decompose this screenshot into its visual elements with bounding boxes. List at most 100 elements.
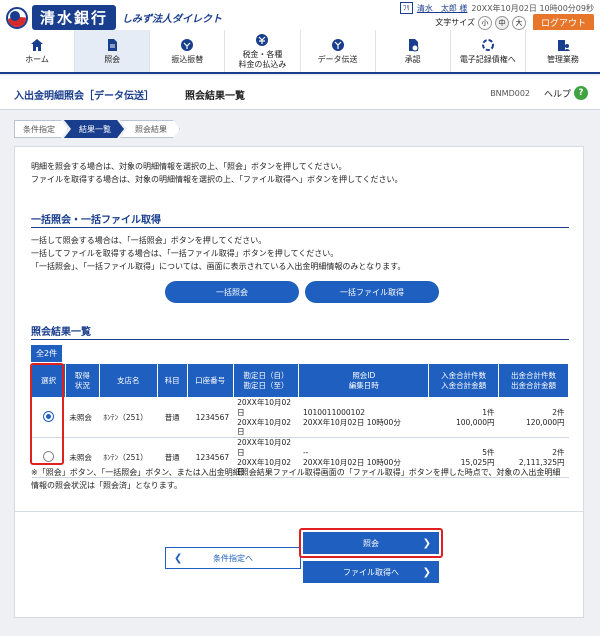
col-withdrawal: 出金合計件数 出金合計金額 bbox=[498, 363, 569, 398]
withdrawal-cell: 2件 120,000円 bbox=[498, 397, 569, 438]
bulk-section-title: 一括照会・一括ファイル取得 bbox=[31, 215, 161, 226]
col-account: 口座番号 bbox=[186, 363, 234, 398]
font-size-medium-button[interactable]: 中 bbox=[494, 15, 509, 30]
header: 清水銀行 しみず法人ダイレクト ﾌﾘ 清水 太郎 様 20XX年10月02日 1… bbox=[0, 0, 600, 31]
page-subtitle: 照会結果一覧 bbox=[185, 91, 245, 102]
help-link[interactable]: ヘルプ ? bbox=[544, 86, 588, 100]
inquiry-button-highlight bbox=[299, 528, 443, 558]
intro-line: 明細を照会する場合は、対象の明細情報を選択の上、「照会」ボタンを押してください。 bbox=[31, 162, 347, 171]
note-line: 情報の照会状況は「照会済」となります。 bbox=[31, 480, 182, 490]
col-deposit: 入金合計件数 入金合計金額 bbox=[428, 363, 500, 398]
user-info: ﾌﾘ 清水 太郎 様 20XX年10月02日 10時00分09秒 bbox=[399, 2, 594, 14]
section-divider bbox=[31, 227, 569, 228]
date-from: 20XX年10月02日 bbox=[237, 438, 292, 457]
nav-item-home[interactable]: ホーム bbox=[0, 30, 76, 72]
bulk-line: 「一括照会」、「一括ファイル取得」については、画面に表示されている入出金明細情報… bbox=[31, 261, 406, 271]
tax-icon bbox=[256, 33, 269, 46]
nav-label: 管理業務 bbox=[546, 54, 579, 64]
page-title: 入出金明細照会［データ伝送］ bbox=[14, 91, 154, 102]
font-size-large-button[interactable]: 大 bbox=[511, 15, 526, 30]
nav-item-tax[interactable]: 税金・各種 料金の払込み bbox=[225, 30, 301, 72]
col-inquiry-id: 照会ID 編集日時 bbox=[298, 363, 430, 398]
date-from: 20XX年10月02日 bbox=[237, 398, 292, 417]
withdrawal-count: 2件 bbox=[552, 447, 565, 457]
col-status: 取得 状況 bbox=[64, 363, 100, 398]
approval-icon bbox=[408, 38, 419, 52]
font-size-small-button[interactable]: 小 bbox=[477, 15, 492, 30]
inquiry-id-cell: 1010011000102 20XX年10月02日 10時00分 bbox=[298, 397, 429, 438]
section-divider bbox=[15, 511, 583, 512]
login-timestamp: 20XX年10月02日 10時00分09秒 bbox=[471, 3, 594, 13]
nav-item-data-transfer[interactable]: データ伝送 bbox=[301, 30, 376, 72]
page-title-bar: 入出金明細照会［データ伝送］ 照会結果一覧 BNMD002 ヘルプ ? bbox=[0, 76, 600, 110]
subject-cell: 普通 bbox=[157, 397, 188, 438]
date-cell: 20XX年10月02日 20XX年10月02日 bbox=[233, 397, 299, 438]
user-name-link[interactable]: 清水 太郎 様 bbox=[417, 3, 468, 14]
step-condition: 条件指定 bbox=[14, 120, 68, 138]
bulk-line: 一括して照会する場合は、「一括照会」ボタンを押してください。 bbox=[31, 236, 267, 245]
nav-item-admin[interactable]: 管理業務 bbox=[526, 30, 600, 72]
back-to-conditions-button[interactable]: ❮ 条件指定へ bbox=[165, 547, 301, 569]
bank-logo-mark-icon bbox=[6, 6, 28, 29]
back-button-label: 条件指定へ bbox=[213, 553, 253, 563]
help-icon: ? bbox=[574, 86, 588, 100]
step-indicator: 条件指定 結果一覧 照会結果 bbox=[14, 120, 176, 138]
nav-label: 税金・各種 料金の払込み bbox=[238, 49, 287, 69]
withdrawal-count: 2件 bbox=[552, 407, 565, 417]
main-panel: 明細を照会する場合は、対象の明細情報を選択の上、「照会」ボタンを押してください。… bbox=[14, 146, 584, 618]
bulk-file-download-button[interactable]: 一括ファイル取得 bbox=[305, 281, 439, 303]
bulk-description: 一括して照会する場合は、「一括照会」ボタンを押してください。 一括してファイルを… bbox=[31, 235, 405, 273]
deposit-amount: 100,000円 bbox=[456, 417, 495, 427]
nav-item-transfer[interactable]: 振込振替 bbox=[150, 30, 226, 72]
deposit-amount: 15,025円 bbox=[460, 457, 495, 467]
inquiry-id: 1010011000102 bbox=[302, 407, 365, 417]
nav-label: 承認 bbox=[404, 54, 421, 64]
home-icon bbox=[31, 38, 44, 51]
admin-icon bbox=[557, 39, 570, 51]
data-transfer-icon bbox=[331, 38, 344, 51]
deposit-count: 1件 bbox=[482, 407, 495, 417]
step-inquiry-result: 照会結果 bbox=[120, 120, 180, 138]
nav-label: ホーム bbox=[25, 54, 49, 64]
screen-id: BNMD002 bbox=[490, 89, 530, 98]
account-cell: 1234567 bbox=[187, 397, 234, 438]
file-download-button[interactable]: ファイル取得へ ❯ bbox=[303, 561, 439, 583]
bank-logo[interactable]: 清水銀行 しみず法人ダイレクト bbox=[6, 5, 222, 30]
results-table: 選択 取得 状況 支店名 科目 口座番号 勘定日（自） 勘定日（至） 照会ID … bbox=[31, 363, 569, 478]
intro-line: ファイルを取得する場合は、対象の明細情報を選択の上、「ファイル取得へ」ボタンを押… bbox=[31, 174, 403, 184]
logout-button[interactable]: ログアウト bbox=[532, 14, 594, 31]
nav-item-inquiry[interactable]: 照会 bbox=[75, 30, 151, 72]
col-subject: 科目 bbox=[156, 363, 188, 398]
date-to: 20XX年10月02日 bbox=[237, 417, 292, 437]
results-section-title: 照会結果一覧 bbox=[31, 327, 91, 338]
bulk-line: 一括してファイルを取得する場合は、「一括ファイル取得」ボタンを押してください。 bbox=[31, 248, 339, 258]
nav-label: 電子記録債権へ bbox=[459, 54, 516, 64]
chevron-right-icon: ❯ bbox=[422, 566, 431, 578]
bulk-inquiry-button[interactable]: 一括照会 bbox=[165, 281, 299, 303]
deposit-cell: 1件 100,000円 bbox=[428, 397, 499, 438]
chevron-left-icon: ❮ bbox=[174, 552, 183, 564]
note-line: ※「照会」ボタン、「一括照会」ボタン、または入出金明細照会結果ファイル取得画面の… bbox=[31, 468, 561, 477]
service-name: しみず法人ダイレクト bbox=[122, 14, 223, 25]
select-column-highlight bbox=[30, 363, 64, 465]
nav-item-electronic-bond[interactable]: 電子記録債権へ bbox=[451, 30, 526, 72]
file-button-label: ファイル取得へ bbox=[343, 567, 399, 577]
edited-datetime: 20XX年10月02日 10時00分 bbox=[302, 417, 401, 427]
inquiry-id: -- bbox=[302, 447, 309, 457]
deposit-count: 5件 bbox=[482, 447, 495, 457]
font-size-label: 文字サイズ bbox=[435, 18, 475, 27]
withdrawal-amount: 2,111,325円 bbox=[518, 457, 565, 467]
branch-cell: ﾎﾝﾃﾝ（251） bbox=[99, 397, 158, 438]
table-row[interactable]: 未照会 ﾎﾝﾃﾝ（251） 普通 1234567 20XX年10月02日 20X… bbox=[31, 397, 569, 438]
status-note: ※「照会」ボタン、「一括照会」ボタン、または入出金明細照会結果ファイル取得画面の… bbox=[31, 467, 571, 493]
help-label: ヘルプ bbox=[543, 89, 571, 100]
col-date: 勘定日（自） 勘定日（至） bbox=[232, 363, 300, 398]
bank-name: 清水銀行 bbox=[32, 5, 117, 30]
font-size-control: 文字サイズ 小 中 大 ログアウト bbox=[435, 14, 594, 31]
nav-item-approval[interactable]: 承認 bbox=[376, 30, 451, 72]
nav-label: 照会 bbox=[104, 54, 121, 64]
nav-label: 振込振替 bbox=[171, 54, 204, 64]
result-count-badge: 全2件 bbox=[31, 345, 63, 362]
user-badge: ﾌﾘ bbox=[399, 2, 413, 14]
nav-label: データ伝送 bbox=[317, 54, 358, 64]
